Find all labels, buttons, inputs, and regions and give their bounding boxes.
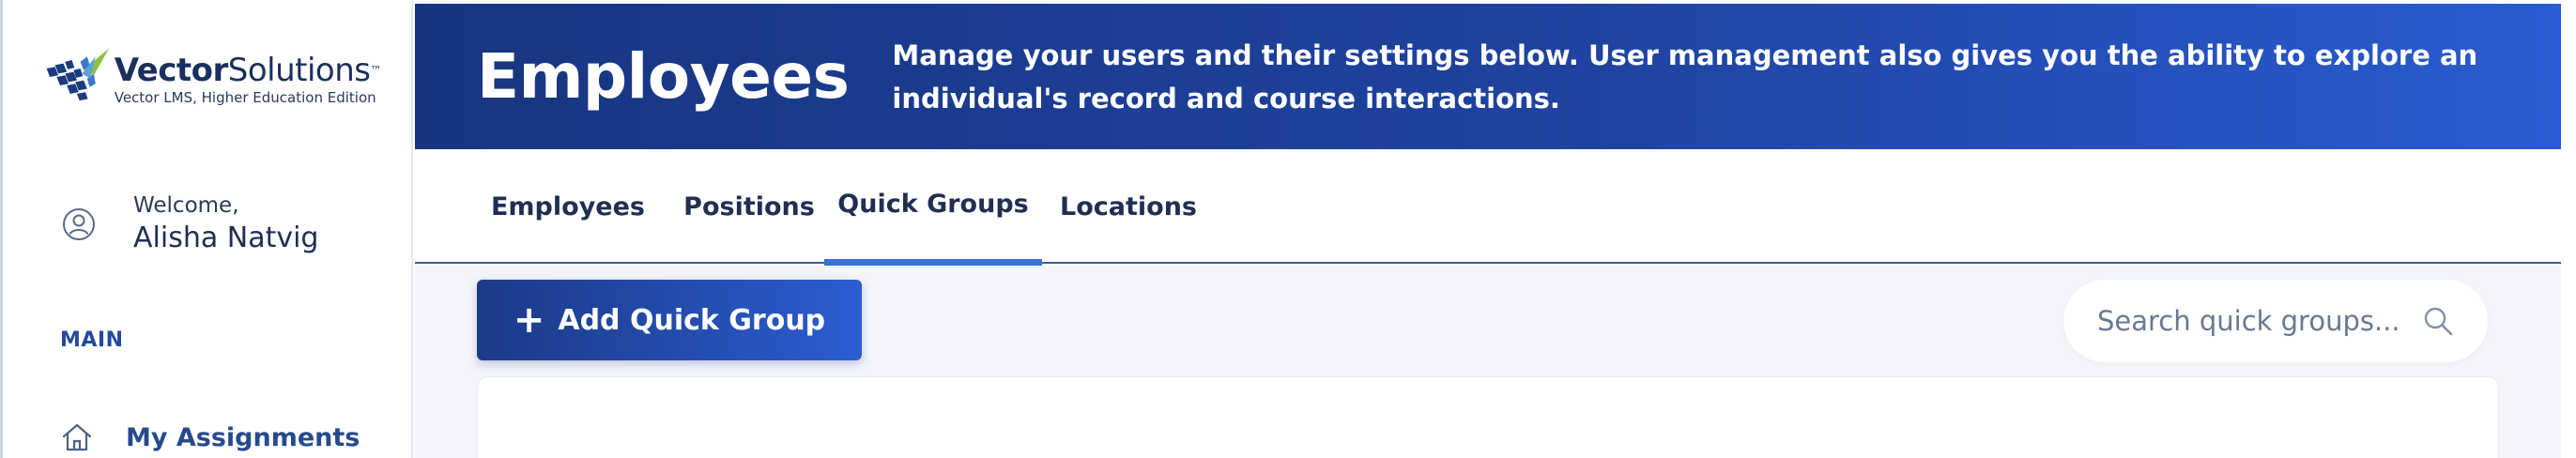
logo-mark-icon <box>46 48 110 101</box>
sidebar-item-my-assignments[interactable]: My Assignments <box>60 420 360 454</box>
tab-employees[interactable]: Employees <box>479 149 657 264</box>
logo-wordmark: VectorSolutions™ <box>114 52 382 89</box>
nav-section-main: MAIN <box>60 328 124 352</box>
user-avatar-icon <box>63 207 95 240</box>
add-quick-group-button[interactable]: + Add Quick Group <box>477 280 862 360</box>
plus-icon: + <box>513 298 545 342</box>
logo-subtitle: Vector LMS, Higher Education Edition <box>114 89 376 106</box>
tab-bar: Employees Positions Quick Groups Locatio… <box>415 149 2561 266</box>
quick-groups-card <box>477 376 2499 458</box>
tab-quick-groups[interactable]: Quick Groups <box>824 149 1042 266</box>
tab-locations[interactable]: Locations <box>1057 149 1200 264</box>
main-content: + Add Quick Group <box>415 266 2561 458</box>
page-header-banner: Employees Manage your users and their se… <box>415 4 2561 149</box>
sidebar: VectorSolutions™ Vector LMS, Higher Educ… <box>0 0 413 458</box>
search-icon[interactable] <box>2422 305 2454 337</box>
user-name: Alisha Natvig <box>133 221 319 254</box>
search-input[interactable] <box>2097 305 2407 337</box>
sidebar-item-label: My Assignments <box>126 422 360 452</box>
search-box <box>2063 280 2488 362</box>
tab-positions[interactable]: Positions <box>672 149 826 264</box>
vector-solutions-logo[interactable]: VectorSolutions™ Vector LMS, Higher Educ… <box>43 41 381 116</box>
page-title: Employees <box>477 40 850 113</box>
add-quick-group-label: Add Quick Group <box>558 303 826 337</box>
welcome-label: Welcome, <box>133 193 239 218</box>
page-description: Manage your users and their settings bel… <box>892 38 2478 114</box>
app-window: VectorSolutions™ Vector LMS, Higher Educ… <box>0 0 2576 458</box>
home-icon <box>62 423 92 451</box>
welcome-block[interactable]: Welcome, Alisha Natvig <box>62 193 318 254</box>
